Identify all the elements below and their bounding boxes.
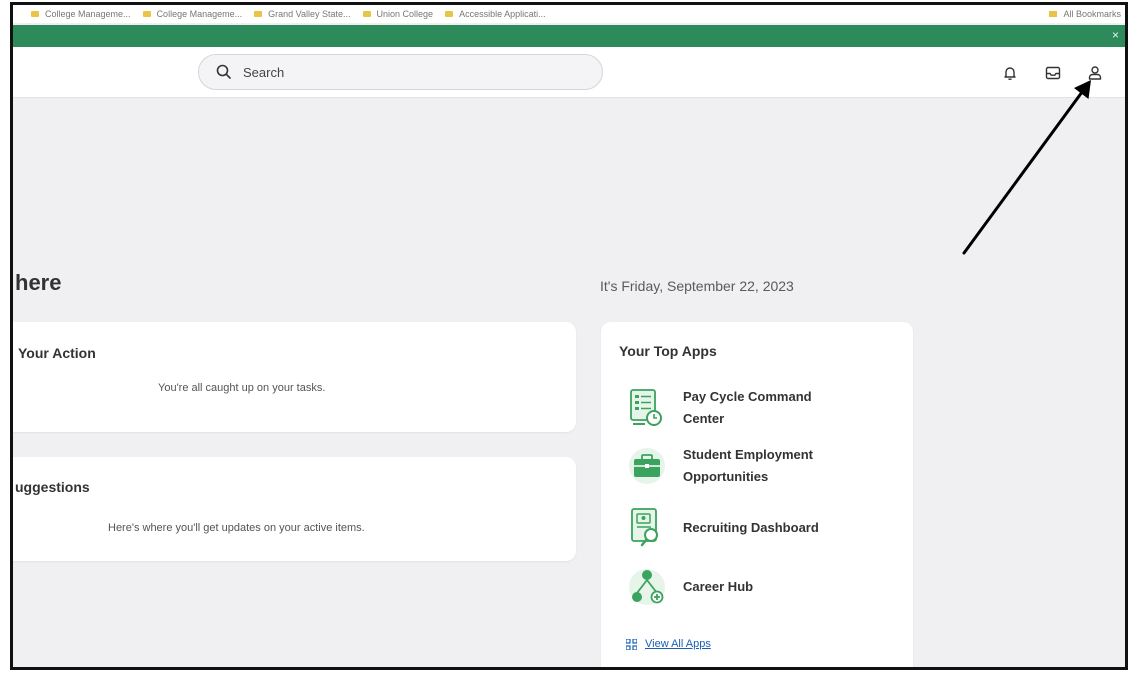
app-label: Recruiting Dashboard	[683, 520, 819, 535]
bookmark-label: College Manageme...	[45, 9, 131, 19]
card-title: uggestions	[15, 479, 90, 495]
bookmark-item[interactable]: College Manageme...	[142, 9, 243, 19]
bookmark-item[interactable]: Union College	[362, 9, 434, 19]
app-label: Career Hub	[683, 579, 754, 594]
folder-icon	[31, 11, 39, 17]
notifications-icon[interactable]	[1001, 64, 1019, 82]
top-bar	[13, 47, 1125, 98]
awaiting-action-card: Your Action You're all caught up on your…	[13, 322, 576, 432]
bookmark-item[interactable]: Accessible Applicati...	[445, 9, 546, 19]
bookmark-label: College Manageme...	[156, 9, 243, 19]
folder-icon	[445, 11, 454, 17]
card-message: Here's where you'll get updates on your …	[108, 522, 365, 534]
suggestions-card: uggestions Here's where you'll get updat…	[13, 457, 576, 561]
bookmark-label: Accessible Applicati...	[459, 9, 546, 19]
app-label: Pay Cycle Command Center	[683, 389, 812, 426]
all-bookmarks-label: All Bookmarks	[1063, 9, 1121, 19]
card-message: You're all caught up on your tasks.	[158, 382, 326, 394]
notification-banner: ×	[13, 25, 1125, 47]
app-pay-cycle-command-center[interactable]: Pay Cycle Command Center	[627, 386, 843, 430]
bookmark-item[interactable]: College Manageme...	[31, 9, 131, 19]
app-recruiting-dashboard[interactable]: Recruiting Dashboard	[627, 507, 843, 549]
bookmark-item[interactable]: Grand Valley State...	[254, 9, 351, 19]
view-all-apps-link[interactable]: View All Apps	[626, 638, 711, 650]
inbox-icon[interactable]	[1044, 64, 1062, 82]
folder-icon	[142, 11, 151, 17]
bookmark-label: Union College	[376, 9, 434, 19]
folder-icon	[254, 11, 263, 17]
screenshot-frame: College Manageme... College Manageme... …	[10, 2, 1128, 670]
folder-icon	[1049, 11, 1058, 17]
date-label: It's Friday, September 22, 2023	[600, 278, 794, 294]
search-icon	[216, 64, 231, 79]
folder-icon	[362, 11, 371, 17]
all-bookmarks[interactable]: All Bookmarks	[1049, 5, 1121, 23]
profile-icon[interactable]	[1086, 64, 1104, 82]
grid-icon	[626, 638, 637, 650]
briefcase-icon	[629, 448, 665, 484]
app-label: Student Employment Opportunities	[683, 447, 814, 484]
app-career-hub[interactable]: Career Hub	[627, 566, 843, 608]
top-apps-title: Your Top Apps	[619, 343, 717, 359]
career-hub-icon	[629, 569, 665, 605]
close-icon[interactable]: ×	[1112, 28, 1119, 42]
greeting-heading: here	[15, 270, 62, 295]
search-bar[interactable]	[198, 54, 603, 90]
view-all-apps-label: View All Apps	[645, 638, 711, 650]
top-apps-card: Your Top Apps Pay Cycle Command Center S…	[601, 322, 913, 667]
bookmarks-bar: College Manageme... College Manageme... …	[13, 5, 1125, 23]
search-input[interactable]	[241, 63, 575, 81]
recruiting-icon	[631, 508, 658, 547]
card-title: Your Action	[18, 345, 96, 361]
pay-cycle-icon	[630, 389, 662, 426]
app-student-employment-opportunities[interactable]: Student Employment Opportunities	[627, 444, 843, 488]
bookmark-label: Grand Valley State...	[268, 9, 351, 19]
